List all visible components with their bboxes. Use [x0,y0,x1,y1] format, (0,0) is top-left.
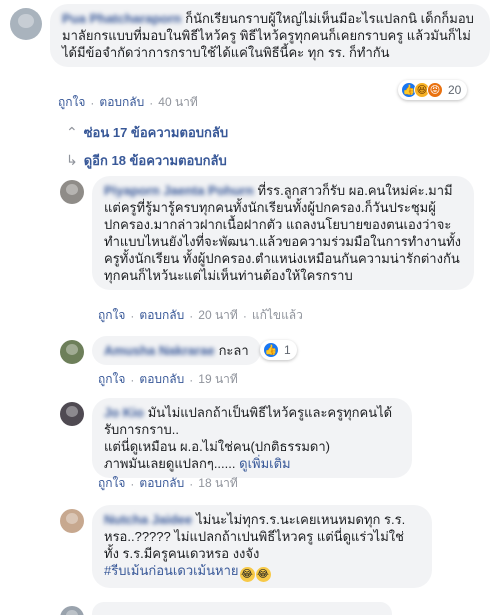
avatar[interactable] [60,340,84,364]
hide-replies-toggle[interactable]: ⌃ ซ่อน 17 ข้อความตอบกลับ [66,122,228,143]
reply-link[interactable]: ตอบกลับ [99,93,144,112]
comment-actions: ถูกใจ · ตอบกลับ · 19 นาที [98,370,238,389]
comment-bubble [92,602,392,615]
commenter-name[interactable]: Piyaporn Jaenta Pohurn [104,183,254,198]
reply-link[interactable]: ตอบกลับ [139,306,184,325]
timestamp[interactable]: 19 นาที [198,370,238,389]
separator: · [189,476,194,491]
avatar[interactable] [10,8,42,40]
chevron-up-icon: ⌃ [66,124,78,140]
avatar[interactable] [60,180,84,204]
commenter-name[interactable]: Pua Phatcharaporn [62,11,181,26]
separator: · [189,308,194,323]
like-link[interactable]: ถูกใจ [98,474,125,493]
reaction-summary[interactable]: 👍 1 [260,340,297,360]
separator: · [242,308,247,323]
separator: · [149,95,154,110]
commenter-name[interactable]: Amusha Nakrarae [104,343,215,358]
comment-actions: ถูกใจ · ตอบกลับ · 18 นาที [98,474,238,493]
comment-text: ที่รร.ลูกสาวก็รับ ผอ.คนใหม่ค่ะ.มามีแต่คร… [104,183,462,283]
comment-text-line: ภาพมันเลยดูแปลกๆ...... [104,456,236,471]
separator: · [189,372,194,387]
comment-bubble: Piyaporn Jaenta Pohurn ที่รร.ลูกสาวก็รับ … [92,176,474,290]
comment-actions: ถูกใจ · ตอบกลับ · 20 นาที · แก้ไขแล้ว [98,306,303,325]
comment-4: Jo Kio มันไม่แปลกถ้าเป็นพิธีไหว้ครูและครู… [60,398,412,478]
avatar[interactable] [60,509,84,533]
timestamp[interactable]: 18 นาที [198,474,238,493]
reaction-summary[interactable]: 👍 😆 😡 20 [398,80,468,100]
comment-text-line: แต่นี่ดูเหมือน ผ.อ.ไม่ใช่คน(ปกติธรรมดา) [104,439,330,454]
comment-6-partial [60,602,392,615]
comment-5: Nutcha Jaidee ไม่นะไม่ทุกร.ร.นะเคยเหนหมดท… [60,505,432,588]
reply-arrow-icon: ↳ [66,152,78,168]
like-link[interactable]: ถูกใจ [98,370,125,389]
commenter-name[interactable]: Jo Kio [104,405,144,420]
hashtag-link[interactable]: #รีบเม้นก่อนเดวเม้นหาย [104,563,239,578]
comment-1: Pua Phatcharaporn ก็นักเรียนกราบผู้ใหญ่ไม… [0,0,490,67]
commenter-name[interactable]: Nutcha Jaidee [104,512,192,527]
separator: · [130,372,135,387]
comment-actions: ถูกใจ · ตอบกลับ · 40 นาที [58,93,198,112]
laughing-emoji-icon: 😂 [255,567,271,582]
comment-3: Amusha Nakrarae กะลา [60,336,261,365]
like-link[interactable]: ถูกใจ [98,306,125,325]
see-more-link[interactable]: ดูเพิ่มเติม [239,456,290,471]
separator: · [130,308,135,323]
separator: · [130,476,135,491]
comment-text: กะลา [218,343,249,358]
avatar[interactable] [60,402,84,426]
reply-link[interactable]: ตอบกลับ [139,370,184,389]
comment-bubble: Amusha Nakrarae กะลา [92,336,261,365]
view-more-replies-toggle[interactable]: ↳ ดูอีก 18 ข้อความตอบกลับ [66,150,227,171]
like-reaction-icon: 👍 [263,342,279,358]
reply-link[interactable]: ตอบกลับ [139,474,184,493]
comment-bubble: Pua Phatcharaporn ก็นักเรียนกราบผู้ใหญ่ไม… [50,4,490,67]
angry-reaction-icon: 😡 [427,82,443,98]
comment-bubble: Nutcha Jaidee ไม่นะไม่ทุกร.ร.นะเคยเหนหมดท… [92,505,432,588]
like-link[interactable]: ถูกใจ [58,93,85,112]
separator: · [90,95,95,110]
laughing-emoji-icon: 😂 [239,567,255,582]
hide-replies-label: ซ่อน 17 ข้อความตอบกลับ [83,125,229,140]
timestamp[interactable]: 40 นาที [158,93,198,112]
view-replies-label: ดูอีก 18 ข้อความตอบกลับ [83,153,227,168]
avatar[interactable] [60,606,84,615]
comment-2: Piyaporn Jaenta Pohurn ที่รร.ลูกสาวก็รับ … [60,176,474,290]
comment-bubble: Jo Kio มันไม่แปลกถ้าเป็นพิธีไหว้ครูและครู… [92,398,412,478]
reaction-count: 20 [448,83,462,97]
timestamp[interactable]: 20 นาที [198,306,238,325]
comment-text-line: มันไม่แปลกถ้าเป็นพิธีไหว้ครูและครูทุกคนไ… [104,405,393,437]
reaction-count: 1 [284,343,291,357]
edited-label[interactable]: แก้ไขแล้ว [252,306,303,325]
